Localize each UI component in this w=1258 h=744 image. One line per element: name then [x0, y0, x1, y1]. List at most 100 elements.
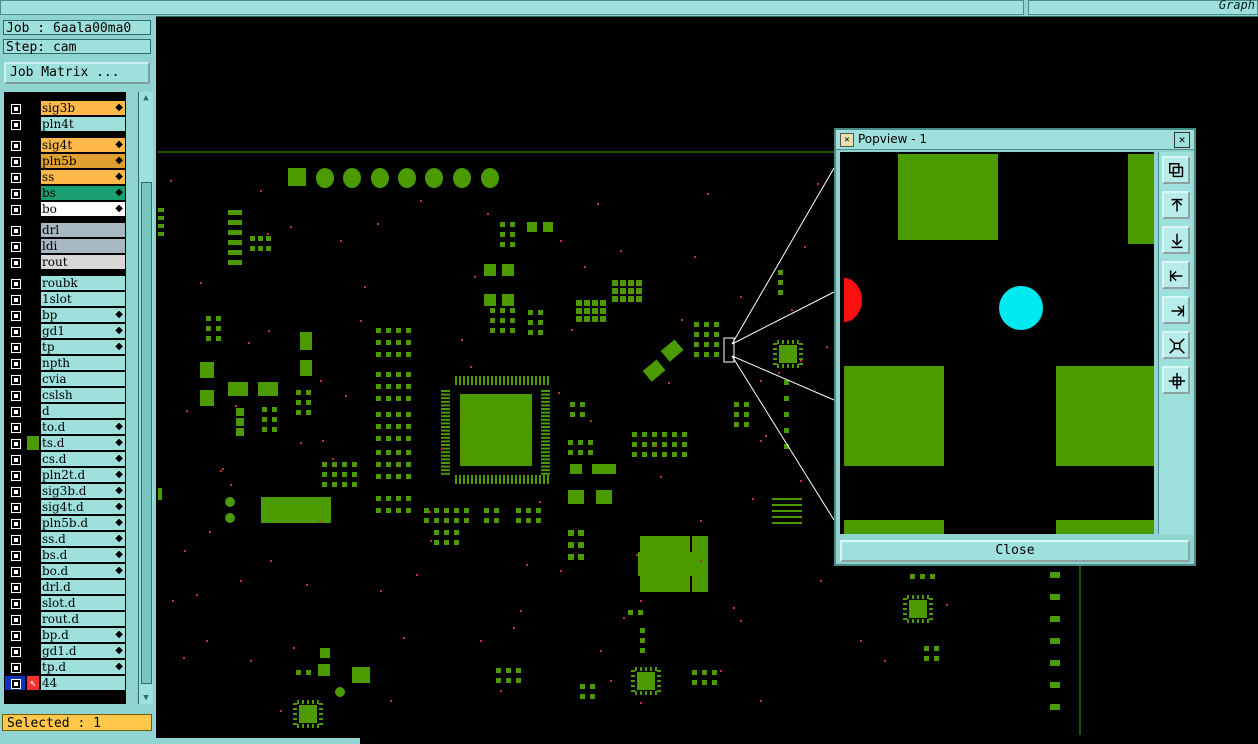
layer-name[interactable]: ts.d ◆: [41, 436, 125, 450]
layer-row-cslsh[interactable]: cslsh: [4, 387, 126, 403]
layer-row-ss[interactable]: ss ◆: [4, 169, 126, 185]
layer-row-sig4t[interactable]: sig4t ◆: [4, 137, 126, 153]
layer-name[interactable]: drl.d: [41, 580, 125, 594]
layer-row-sig4t.d[interactable]: sig4t.d ◆: [4, 499, 126, 515]
layer-name[interactable]: pln5b ◆: [41, 154, 125, 168]
center-icon[interactable]: [1162, 366, 1190, 394]
layer-row-sig3b.d[interactable]: sig3b.d ◆: [4, 483, 126, 499]
layer-name[interactable]: ldi: [41, 239, 125, 253]
popview-canvas[interactable]: [840, 152, 1154, 534]
layer-checkbox[interactable]: [5, 564, 25, 578]
layer-row-ts.d[interactable]: ts.d ◆: [4, 435, 126, 451]
layer-checkbox[interactable]: [5, 223, 25, 237]
layer-name[interactable]: gd1 ◆: [41, 324, 125, 338]
layer-name[interactable]: d: [41, 404, 125, 418]
layer-row-cvia[interactable]: cvia: [4, 371, 126, 387]
scroll-thumb[interactable]: [141, 182, 152, 684]
layer-row-tp[interactable]: tp ◆: [4, 339, 126, 355]
layer-checkbox[interactable]: [5, 500, 25, 514]
layer-row-drl[interactable]: drl: [4, 222, 126, 238]
layer-row-gd1.d[interactable]: gd1.d ◆: [4, 643, 126, 659]
close-icon[interactable]: ✕: [1174, 132, 1190, 148]
layer-name[interactable]: pln5b.d ◆: [41, 516, 125, 530]
layer-checkbox[interactable]: [5, 596, 25, 610]
layer-name[interactable]: pln2t.d ◆: [41, 468, 125, 482]
layer-name[interactable]: rout.d: [41, 612, 125, 626]
layer-name[interactable]: rout: [41, 255, 125, 269]
scroll-down-icon[interactable]: ▼: [139, 692, 153, 704]
layer-checkbox[interactable]: [5, 372, 25, 386]
layer-checkbox[interactable]: [5, 660, 25, 674]
popview-titlebar[interactable]: ✕ Popview - 1 ✕: [836, 130, 1194, 150]
layer-checkbox[interactable]: [5, 170, 25, 184]
scroll-up-icon[interactable]: ▲: [139, 92, 153, 104]
layer-checkbox[interactable]: [5, 628, 25, 642]
layer-row-bp[interactable]: bp ◆: [4, 307, 126, 323]
layer-row-bs.d[interactable]: bs.d ◆: [4, 547, 126, 563]
layer-checkbox[interactable]: [5, 186, 25, 200]
layer-name[interactable]: ss ◆: [41, 170, 125, 184]
layer-checkbox[interactable]: [5, 356, 25, 370]
layer-row-to.d[interactable]: to.d ◆: [4, 419, 126, 435]
job-matrix-button[interactable]: Job Matrix ...: [4, 62, 150, 84]
layer-checkbox[interactable]: [5, 340, 25, 354]
layer-row-npth[interactable]: npth: [4, 355, 126, 371]
pan-left-icon[interactable]: [1162, 261, 1190, 289]
layer-name[interactable]: sig3b ◆: [41, 101, 125, 115]
layer-row-bo.d[interactable]: bo.d ◆: [4, 563, 126, 579]
layer-name[interactable]: tp.d ◆: [41, 660, 125, 674]
layer-row-roubk[interactable]: roubk: [4, 275, 126, 291]
layer-name[interactable]: roubk: [41, 276, 125, 290]
layer-checkbox[interactable]: [5, 468, 25, 482]
layer-checkbox[interactable]: [5, 436, 25, 450]
layer-name[interactable]: npth: [41, 356, 125, 370]
pan-down-icon[interactable]: [1162, 226, 1190, 254]
layer-checkbox[interactable]: [5, 676, 25, 690]
layer-row-pln5b.d[interactable]: pln5b.d ◆: [4, 515, 126, 531]
layer-name[interactable]: 44: [41, 676, 125, 690]
layer-name[interactable]: ss.d ◆: [41, 532, 125, 546]
layer-scrollbar[interactable]: ▲ ▼: [138, 92, 153, 704]
fit-icon[interactable]: [1162, 331, 1190, 359]
layer-name[interactable]: bp ◆: [41, 308, 125, 322]
layer-checkbox[interactable]: [5, 452, 25, 466]
layer-row-gd1[interactable]: gd1 ◆: [4, 323, 126, 339]
layer-row-1slot[interactable]: 1slot: [4, 291, 126, 307]
layer-name[interactable]: cslsh: [41, 388, 125, 402]
layer-checkbox[interactable]: [5, 484, 25, 498]
layer-checkbox[interactable]: [5, 292, 25, 306]
zoom-window-icon[interactable]: [1162, 156, 1190, 184]
layer-checkbox[interactable]: [5, 255, 25, 269]
layer-row-pln4t[interactable]: pln4t: [4, 116, 126, 132]
layer-checkbox[interactable]: [5, 388, 25, 402]
layer-row-bo[interactable]: bo ◆: [4, 201, 126, 217]
layer-name[interactable]: tp ◆: [41, 340, 125, 354]
layer-name[interactable]: bs.d ◆: [41, 548, 125, 562]
layer-checkbox[interactable]: [5, 516, 25, 530]
layer-row-rout[interactable]: rout: [4, 254, 126, 270]
layer-checkbox[interactable]: [5, 612, 25, 626]
layer-checkbox[interactable]: [5, 404, 25, 418]
layer-name[interactable]: bp.d ◆: [41, 628, 125, 642]
layer-row-ldi[interactable]: ldi: [4, 238, 126, 254]
layer-row-drl.d[interactable]: drl.d: [4, 579, 126, 595]
layer-row-pln2t.d[interactable]: pln2t.d ◆: [4, 467, 126, 483]
layer-name[interactable]: cvia: [41, 372, 125, 386]
layer-row-rout.d[interactable]: rout.d: [4, 611, 126, 627]
layer-name[interactable]: bs ◆: [41, 186, 125, 200]
layer-row-bp.d[interactable]: bp.d ◆: [4, 627, 126, 643]
layer-checkbox[interactable]: [5, 202, 25, 216]
layer-checkbox[interactable]: [5, 138, 25, 152]
layer-name[interactable]: gd1.d ◆: [41, 644, 125, 658]
layer-row-bs[interactable]: bs ◆: [4, 185, 126, 201]
layer-name[interactable]: slot.d: [41, 596, 125, 610]
layer-row-ss.d[interactable]: ss.d ◆: [4, 531, 126, 547]
layer-row-44[interactable]: ↖ 44: [4, 675, 126, 691]
layer-checkbox[interactable]: [5, 117, 25, 131]
layer-name[interactable]: cs.d ◆: [41, 452, 125, 466]
layer-row-pln5b[interactable]: pln5b ◆: [4, 153, 126, 169]
layer-row-tp.d[interactable]: tp.d ◆: [4, 659, 126, 675]
layer-checkbox[interactable]: [5, 308, 25, 322]
layer-name[interactable]: to.d ◆: [41, 420, 125, 434]
layer-checkbox[interactable]: [5, 532, 25, 546]
